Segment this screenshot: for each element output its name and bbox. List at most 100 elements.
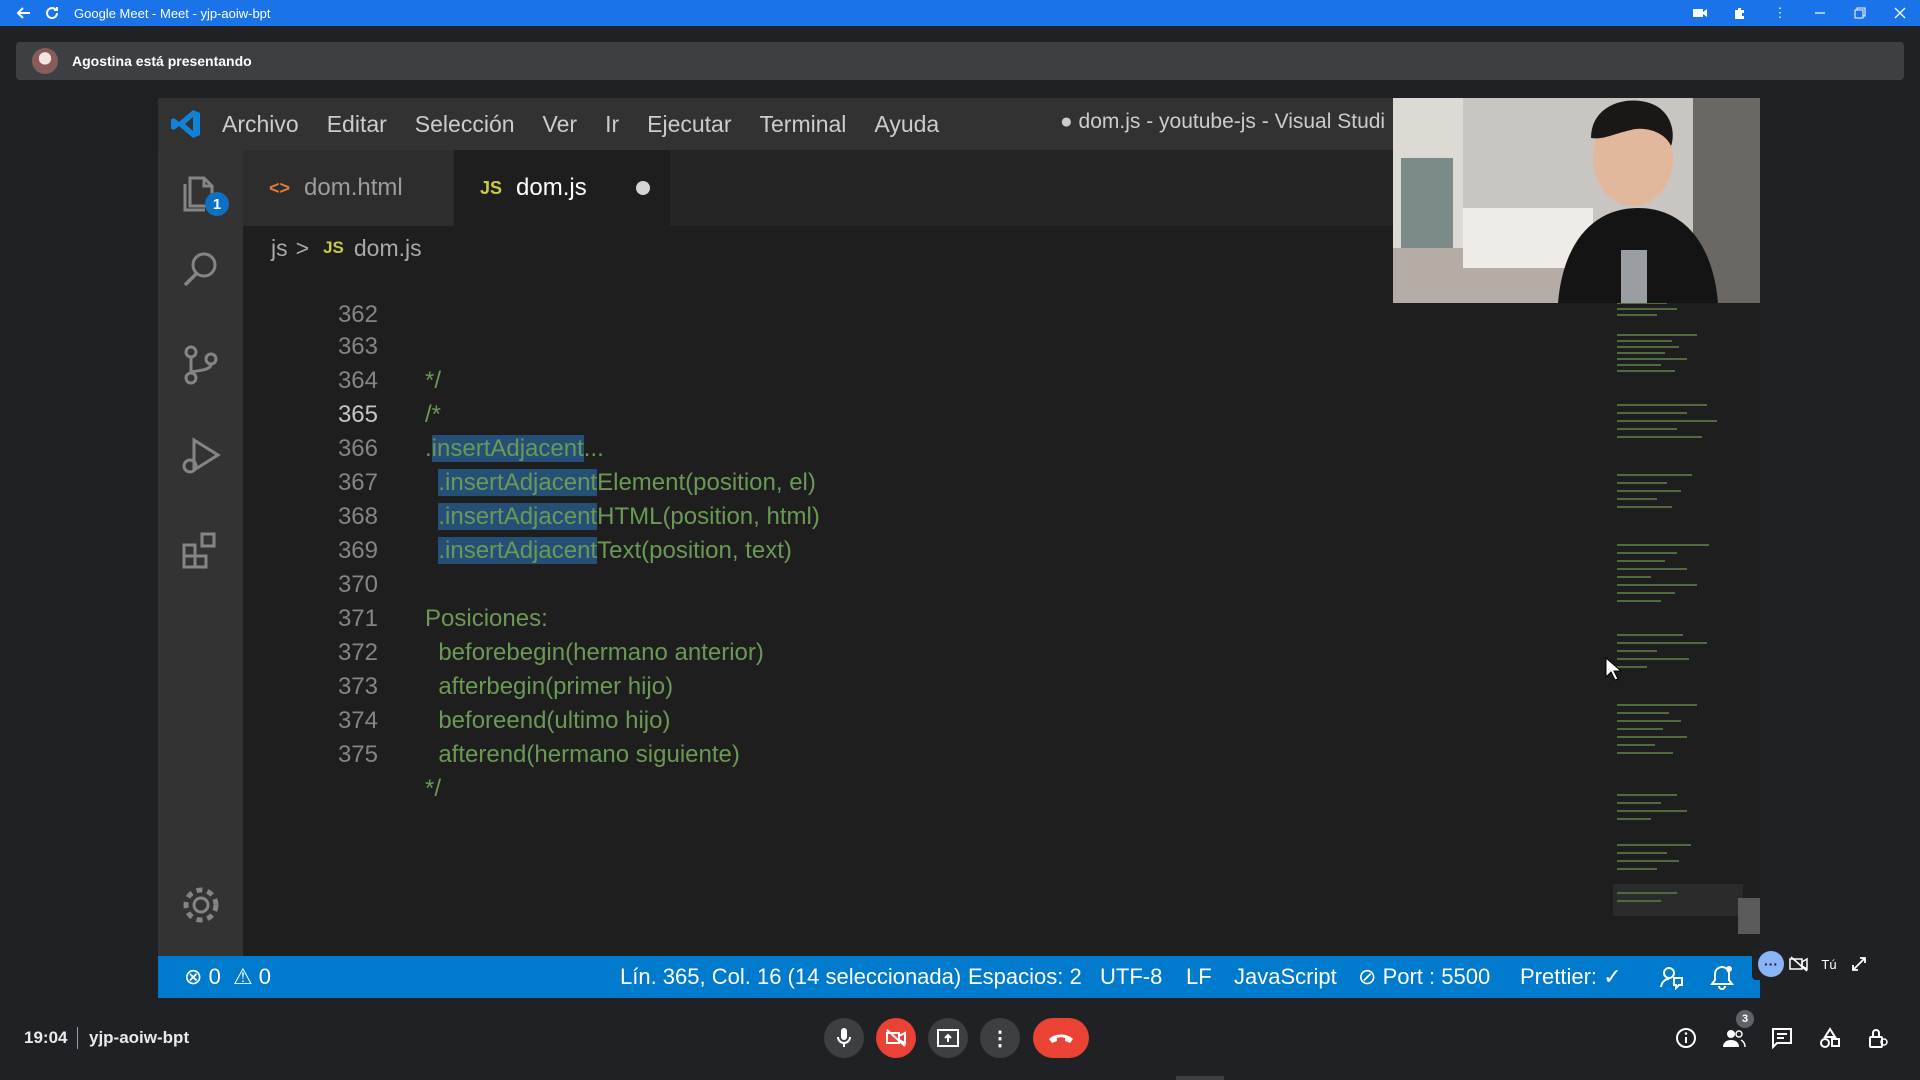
run-debug-icon[interactable] <box>158 420 243 490</box>
unsaved-dot-icon[interactable] <box>636 181 650 195</box>
host-controls-icon[interactable] <box>1862 1022 1894 1054</box>
meet-bottom-bar: 19:04 yjp-aoiw-bpt ⋮ <box>0 1008 1920 1072</box>
microphone-button[interactable] <box>824 1018 864 1058</box>
more-options-icon[interactable]: ··· <box>1758 951 1784 977</box>
problems-indicator[interactable]: ⊗ 0 ⚠ 0 <box>184 964 271 990</box>
code-line: 371 beforebegin(hermano anterior) <box>243 568 1643 666</box>
present-screen-button[interactable] <box>928 1018 968 1058</box>
extensions-view-icon[interactable] <box>158 515 243 585</box>
hang-up-icon <box>1049 1034 1073 1043</box>
chat-icon[interactable] <box>1766 1022 1798 1054</box>
code-line: 369 <box>243 500 1643 564</box>
present-screen-icon <box>937 1029 959 1047</box>
line-number: 375 <box>337 741 378 768</box>
menu-ver[interactable]: Ver <box>543 111 578 138</box>
reload-icon[interactable] <box>40 0 64 26</box>
microphone-icon <box>837 1028 851 1047</box>
menu-ayuda[interactable]: Ayuda <box>874 111 939 138</box>
code-line: 367 .insertAdjacentHTML(position, html) <box>243 432 1643 530</box>
meeting-clock: 19:04 <box>24 1028 68 1047</box>
camera-toggle-button[interactable] <box>876 1018 916 1058</box>
explorer-badge: 1 <box>205 192 229 216</box>
encoding[interactable]: UTF-8 <box>1100 964 1162 990</box>
cursor-position[interactable]: Lín. 365, Col. 16 (14 seleccionada) <box>620 964 961 990</box>
breadcrumb-chevron-icon: > <box>295 234 310 261</box>
code-line: 375 */ <box>243 704 1643 802</box>
breadcrumb: js > JS dom.js <box>271 231 422 265</box>
tab-label: dom.js <box>516 174 587 201</box>
menu-archivo[interactable]: Archivo <box>222 111 299 138</box>
back-icon[interactable] <box>12 0 36 26</box>
presenting-text: Agostina está presentando <box>72 53 252 69</box>
more-vert-icon[interactable]: ⋮ <box>1760 0 1800 26</box>
code-line: 370 Posiciones: <box>243 534 1643 632</box>
camera-off-icon <box>886 1029 906 1047</box>
source-control-icon[interactable] <box>158 330 243 400</box>
menu-terminal[interactable]: Terminal <box>760 111 847 138</box>
port-label: Port : 5500 <box>1382 964 1491 989</box>
participants-count-badge: 3 <box>1736 1010 1754 1028</box>
self-view-controls: ··· Tú <box>1752 948 1880 980</box>
self-view-label: Tú <box>1821 956 1837 972</box>
expand-icon[interactable] <box>1844 956 1874 972</box>
no-entry-icon: ⊘ <box>1358 964 1377 989</box>
tab-dom-html[interactable]: <> dom.html <box>243 150 454 226</box>
vscode-statusbar: ⊗ 0 ⚠ 0 Lín. 365, Col. 16 (14 selecciona… <box>158 956 1760 998</box>
settings-gear-icon[interactable] <box>158 870 243 940</box>
more-vert-icon: ⋮ <box>990 1027 1010 1050</box>
error-count: 0 <box>208 964 221 989</box>
leave-call-button[interactable] <box>1033 1018 1089 1058</box>
language-mode[interactable]: JavaScript <box>1234 964 1337 990</box>
divider <box>77 1027 78 1049</box>
code-line-selected: 365 .insertAdjacent... <box>243 364 1643 462</box>
indentation[interactable]: Espacios: 2 <box>968 964 1082 990</box>
line-text: */ <box>425 775 442 802</box>
html-file-icon: <> <box>269 177 291 198</box>
browser-titlebar: Google Meet - Meet - yjp-aoiw-bpt ⋮ <box>0 0 1920 26</box>
extensions-icon[interactable] <box>1720 0 1760 26</box>
vscode-logo-icon <box>171 110 200 138</box>
notifications-bell-icon[interactable] <box>1710 964 1734 996</box>
bottom-indicator <box>1176 1076 1224 1080</box>
camera-indicator-icon[interactable] <box>1680 0 1720 26</box>
breadcrumb-file[interactable]: dom.js <box>354 235 422 262</box>
window-title: Google Meet - Meet - yjp-aoiw-bpt <box>74 5 271 21</box>
activities-icon[interactable] <box>1814 1022 1846 1054</box>
close-icon[interactable] <box>1880 0 1920 26</box>
line-ending[interactable]: LF <box>1186 964 1212 990</box>
code-editor[interactable]: 362 363 */ 364 /* 365 .insertAdjacent...… <box>243 264 1693 956</box>
search-icon[interactable] <box>158 235 243 305</box>
menu-editar[interactable]: Editar <box>327 111 387 138</box>
self-view-video <box>1393 98 1760 303</box>
js-file-icon: JS <box>323 238 344 257</box>
vscode-window-title: ● dom.js - youtube-js - Visual Studi <box>1060 110 1386 133</box>
breadcrumb-folder[interactable]: js <box>271 235 288 262</box>
explorer-icon[interactable]: 1 <box>158 158 243 228</box>
error-icon: ⊗ <box>184 964 203 989</box>
live-server-port[interactable]: ⊘ Port : 5500 <box>1358 964 1490 990</box>
minimize-icon[interactable] <box>1800 0 1840 26</box>
more-options-button[interactable]: ⋮ <box>980 1018 1020 1058</box>
tab-dom-js[interactable]: JS dom.js <box>454 150 670 226</box>
meeting-details-icon[interactable] <box>1670 1022 1702 1054</box>
warning-count: 0 <box>258 964 272 989</box>
presenter-avatar <box>32 48 58 74</box>
camera-off-icon[interactable] <box>1784 956 1814 972</box>
code-line: 366 .insertAdjacentElement(position, el) <box>243 398 1643 496</box>
minimap[interactable] <box>1613 294 1743 916</box>
tab-label: dom.html <box>304 174 403 201</box>
prettier-status[interactable]: Prettier: ✓ <box>1520 964 1622 990</box>
line-text: afterend(hermano siguiente) <box>425 741 740 768</box>
code-line: 374 afterend(hermano siguiente) <box>243 670 1643 768</box>
restore-icon[interactable] <box>1840 0 1880 26</box>
menu-ejecutar[interactable]: Ejecutar <box>647 111 731 138</box>
editor-scrollbar[interactable] <box>1738 898 1760 934</box>
activity-bar: 1 <box>158 150 243 956</box>
menu-seleccion[interactable]: Selección <box>415 111 515 138</box>
code-line: 372 afterbegin(primer hijo) <box>243 602 1643 700</box>
menu-ir[interactable]: Ir <box>605 111 619 138</box>
code-line: 373 beforeend(ultimo hijo) <box>243 636 1643 734</box>
feedback-icon[interactable] <box>1658 964 1684 996</box>
mouse-cursor-icon <box>1605 657 1621 681</box>
meeting-code: yjp-aoiw-bpt <box>89 1028 190 1047</box>
